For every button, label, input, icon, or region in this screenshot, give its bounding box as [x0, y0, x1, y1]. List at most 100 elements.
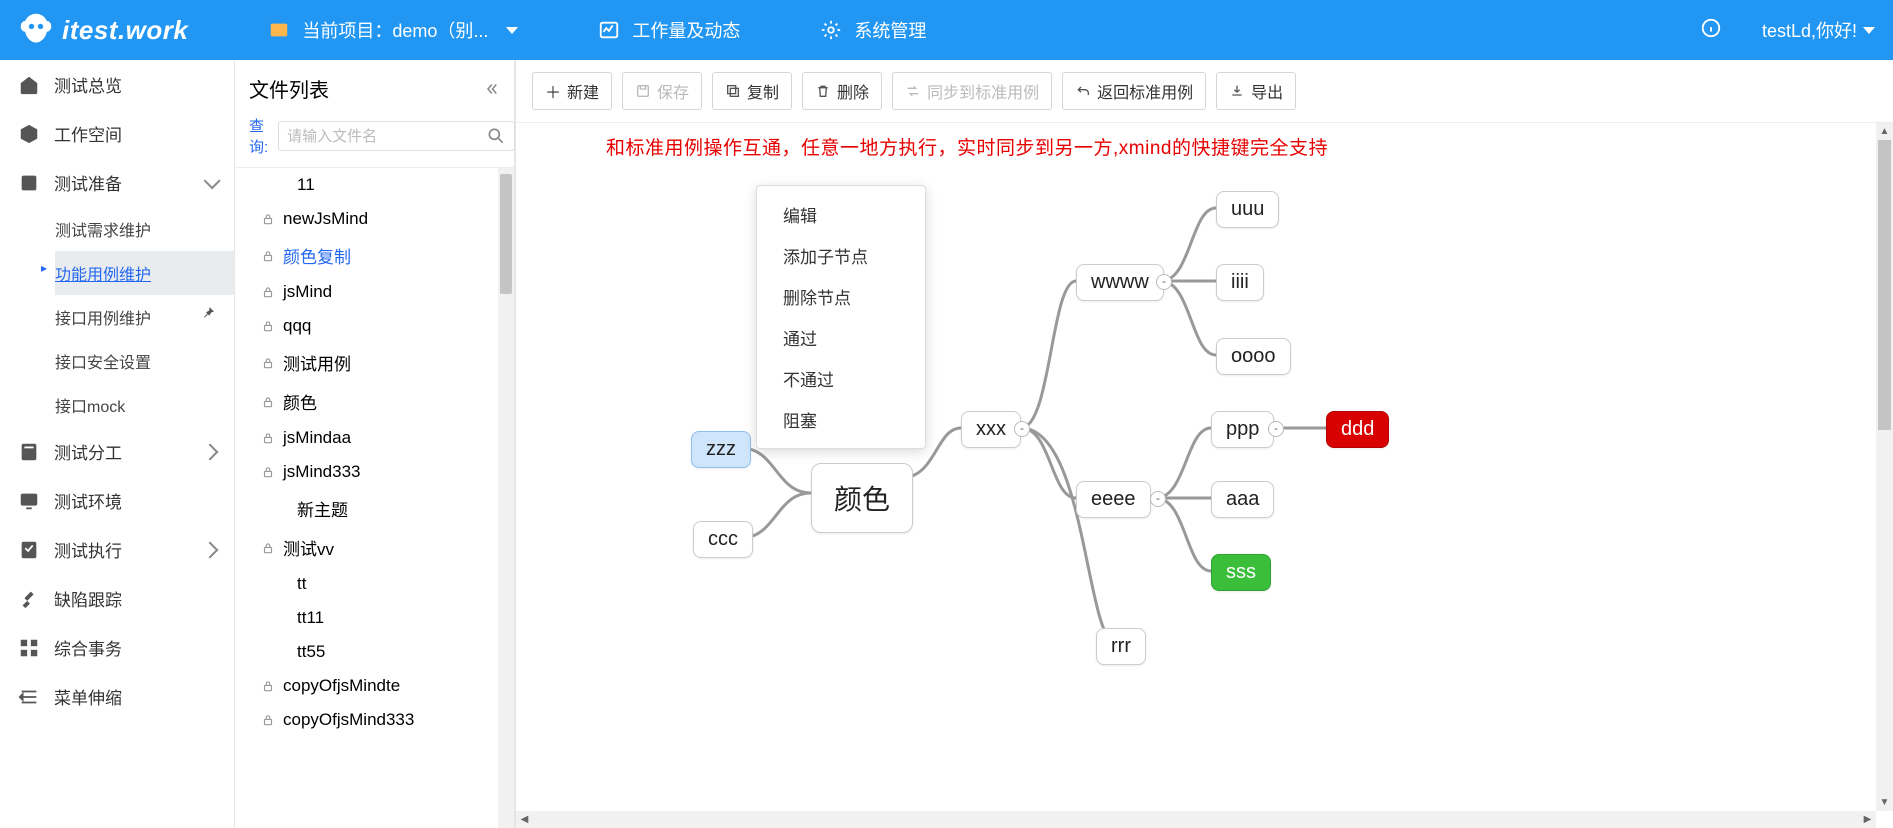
- nav-sub-item[interactable]: 测试需求维护: [55, 207, 234, 251]
- nav-item[interactable]: 测试执行: [0, 525, 234, 574]
- context-menu-item[interactable]: 阻塞: [757, 399, 925, 440]
- file-item[interactable]: qqq: [235, 309, 514, 343]
- mindmap-node[interactable]: wwww: [1076, 264, 1164, 301]
- mindmap-node[interactable]: ppp: [1211, 411, 1274, 448]
- logo[interactable]: itest.work: [18, 12, 188, 48]
- file-item-label: 颜色: [283, 389, 317, 414]
- file-item[interactable]: 11: [235, 168, 514, 202]
- file-item[interactable]: jsMindaa: [235, 421, 514, 455]
- nav-icon: [18, 539, 40, 561]
- context-menu-item[interactable]: 添加子节点: [757, 235, 925, 276]
- caret-down-icon: [506, 27, 518, 34]
- scroll-right-arrow[interactable]: ▶: [1859, 811, 1876, 828]
- file-item-label: 测试用例: [283, 350, 351, 375]
- mindmap-node[interactable]: zzz: [691, 431, 751, 468]
- scroll-down-arrow[interactable]: ▼: [1876, 794, 1893, 811]
- copy-button[interactable]: 复制: [712, 72, 792, 110]
- save-button[interactable]: 保存: [622, 72, 702, 110]
- scroll-up-arrow[interactable]: ▲: [1876, 123, 1893, 140]
- admin-nav[interactable]: 系统管理: [820, 17, 926, 43]
- file-item[interactable]: tt: [235, 567, 514, 601]
- lock-icon: [261, 212, 275, 226]
- nav-item-label: 测试总览: [54, 72, 122, 97]
- mindmap-node[interactable]: oooo: [1216, 338, 1291, 375]
- file-item[interactable]: 颜色: [235, 382, 514, 421]
- scrollbar-thumb[interactable]: [500, 174, 512, 294]
- top-header: itest.work 当前项目：demo（别... 工作量及动态 系统管理 te…: [0, 0, 1893, 60]
- file-item-label: copyOfjsMindte: [283, 676, 400, 696]
- back-button[interactable]: 返回标准用例: [1062, 72, 1206, 110]
- mindmap-canvas[interactable]: 和标准用例操作互通，任意一地方执行，实时同步到另一方,xmind的快捷键完全支持: [516, 123, 1893, 828]
- file-item[interactable]: 测试用例: [235, 343, 514, 382]
- lock-icon: [261, 249, 275, 263]
- mindmap-node[interactable]: ddd: [1326, 411, 1389, 448]
- mindmap-node[interactable]: sss: [1211, 554, 1271, 591]
- nav-sub-item[interactable]: 接口mock: [55, 383, 234, 427]
- context-menu-item[interactable]: 通过: [757, 317, 925, 358]
- search-icon[interactable]: [486, 126, 506, 146]
- lock-icon: [261, 465, 275, 479]
- mindmap-node[interactable]: uuu: [1216, 191, 1279, 228]
- nav-item[interactable]: 测试准备: [0, 158, 234, 207]
- context-menu-item[interactable]: 不通过: [757, 358, 925, 399]
- vertical-scrollbar[interactable]: ▲ ▼: [1876, 123, 1893, 811]
- nav-item[interactable]: 工作空间: [0, 109, 234, 158]
- nav-sub-item[interactable]: 接口安全设置: [55, 339, 234, 383]
- nav-item[interactable]: 测试分工: [0, 427, 234, 476]
- toolbar: ＋新建 保存 复制 删除 同步到标准用例 返回标准用例 导出: [516, 60, 1893, 123]
- context-menu-item[interactable]: 编辑: [757, 194, 925, 235]
- nav-item[interactable]: 测试环境: [0, 476, 234, 525]
- horizontal-scrollbar[interactable]: ◀ ▶: [516, 811, 1876, 828]
- info-icon[interactable]: [1700, 17, 1722, 44]
- expander-icon[interactable]: -: [1014, 421, 1030, 437]
- mindmap-node[interactable]: eeee: [1076, 481, 1151, 518]
- file-item[interactable]: 颜色复制: [235, 236, 514, 275]
- mindmap-node[interactable]: aaa: [1211, 481, 1274, 518]
- mindmap-node[interactable]: ccc: [693, 521, 753, 558]
- file-item-label: jsMind333: [283, 462, 361, 482]
- nav-item[interactable]: 综合事务: [0, 623, 234, 672]
- file-item[interactable]: jsMind333: [235, 455, 514, 489]
- file-item[interactable]: 测试vv: [235, 528, 514, 567]
- search-input[interactable]: [287, 128, 486, 145]
- nav-item[interactable]: 缺陷跟踪: [0, 574, 234, 623]
- expander-icon[interactable]: -: [1150, 491, 1166, 507]
- nav-item[interactable]: 测试总览: [0, 60, 234, 109]
- header-right: testLd,你好!: [1700, 17, 1875, 44]
- lock-icon: [261, 541, 275, 555]
- workload-nav[interactable]: 工作量及动态: [598, 17, 740, 43]
- logo-icon: [18, 12, 54, 48]
- scroll-left-arrow[interactable]: ◀: [516, 811, 533, 828]
- file-item[interactable]: tt11: [235, 601, 514, 635]
- file-item[interactable]: 新主题: [235, 489, 514, 528]
- scrollbar-thumb[interactable]: [1878, 140, 1891, 430]
- nav-item-label: 综合事务: [54, 635, 122, 660]
- collapse-icon[interactable]: [482, 80, 500, 98]
- new-button[interactable]: ＋新建: [532, 72, 612, 110]
- scrollbar-track[interactable]: [498, 168, 514, 828]
- delete-button[interactable]: 删除: [802, 72, 882, 110]
- file-list: 11newJsMind颜色复制jsMindqqq 测试用例颜色 jsMindaa js…: [235, 168, 514, 828]
- file-item[interactable]: copyOfjsMind333: [235, 703, 514, 737]
- nav-sub-item[interactable]: 功能用例维护: [55, 251, 234, 295]
- file-item-label: 测试vv: [283, 535, 334, 560]
- file-item[interactable]: tt55: [235, 635, 514, 669]
- mindmap-root-node[interactable]: 颜色: [811, 463, 913, 533]
- user-greeting[interactable]: testLd,你好!: [1762, 17, 1875, 43]
- file-item[interactable]: newJsMind: [235, 202, 514, 236]
- expander-icon[interactable]: -: [1268, 421, 1284, 437]
- file-item[interactable]: copyOfjsMindte: [235, 669, 514, 703]
- mindmap-node[interactable]: xxx: [961, 411, 1021, 448]
- nav-sub-item[interactable]: 接口用例维护: [55, 295, 234, 339]
- export-button[interactable]: 导出: [1216, 72, 1296, 110]
- file-item-label: tt: [297, 574, 306, 594]
- mindmap-node[interactable]: rrr: [1096, 628, 1146, 665]
- context-menu-item[interactable]: 删除节点: [757, 276, 925, 317]
- file-list-title: 文件列表: [249, 74, 329, 103]
- sync-button[interactable]: 同步到标准用例: [892, 72, 1052, 110]
- project-selector[interactable]: 当前项目：demo（别...: [268, 17, 518, 43]
- nav-item[interactable]: 菜单伸缩: [0, 672, 234, 721]
- expander-icon[interactable]: -: [1156, 274, 1172, 290]
- mindmap-node[interactable]: iiii: [1216, 264, 1264, 301]
- file-item[interactable]: jsMind: [235, 275, 514, 309]
